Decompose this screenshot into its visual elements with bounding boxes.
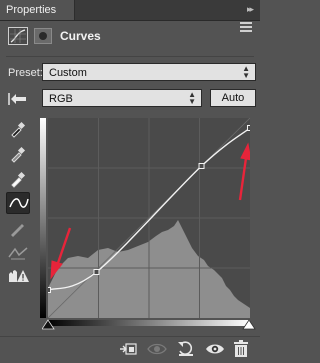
curve-point-tool-icon [9,198,29,208]
pencil-draw-icon [11,224,24,237]
panel-titlebar: Properties ▸▸ [0,0,260,21]
white-input-slider-icon [242,319,256,330]
view-previous-state-button[interactable] [146,340,167,358]
select-arrows-icon: ▲ ▼ [188,90,196,106]
black-point-eyedropper[interactable] [6,118,30,140]
channel-select[interactable]: RGB ▲ ▼ [42,89,202,107]
gray-point-eyedropper-icon [11,146,26,163]
delete-adjustment-button[interactable] [232,340,252,358]
reset-adjustment-button[interactable] [176,340,196,358]
output-gradient-bar [40,118,46,318]
reset-icon [178,341,193,356]
select-arrows-icon: ▲ ▼ [242,64,250,80]
curves-canvas [45,117,253,319]
tab-properties-label: Properties [6,4,57,16]
auto-button[interactable]: Auto [210,89,256,107]
input-sliders[interactable] [42,319,256,331]
pencil-draw-tool[interactable] [6,218,30,240]
clipping-warning-icon [9,270,29,282]
curve-control-point[interactable] [198,163,205,169]
view-previous-state-icon [147,343,167,355]
trash-icon [234,340,248,357]
preset-label: Preset: [8,67,43,79]
black-input-slider-icon [42,319,55,330]
curve-point-tool[interactable] [6,192,30,214]
on-image-adjust-tool[interactable] [6,88,30,110]
panel-menu-icon[interactable] [240,22,252,32]
smooth-curve-icon [8,247,28,260]
white-point-eyedropper-icon [11,171,26,188]
tab-properties[interactable]: Properties [0,0,75,20]
eye-icon [206,344,224,354]
clipping-warning-tool[interactable] [6,266,30,288]
collapse-panel-icon[interactable]: ▸▸ [247,4,254,15]
curves-graph[interactable] [45,117,253,319]
toggle-visibility-button[interactable] [204,340,224,358]
curve-control-point[interactable] [247,125,253,131]
white-point-eyedropper[interactable] [6,168,30,190]
curve-control-point[interactable] [45,287,51,293]
gray-point-eyedropper[interactable] [6,143,30,165]
black-point-eyedropper-icon [11,121,26,138]
smooth-curve-tool[interactable] [6,243,30,265]
curve-control-point[interactable] [93,269,100,275]
divider [6,56,254,57]
clip-to-layer-icon [120,343,137,355]
curves-adjustment-icon[interactable] [8,27,28,45]
preset-value: Custom [49,67,87,79]
clip-to-layer-button[interactable] [118,340,138,358]
layer-mask-icon[interactable] [34,28,52,44]
preset-select[interactable]: Custom ▲ ▼ [42,63,256,81]
adjustment-title: Curves [60,29,101,43]
channel-value: RGB [49,93,73,105]
